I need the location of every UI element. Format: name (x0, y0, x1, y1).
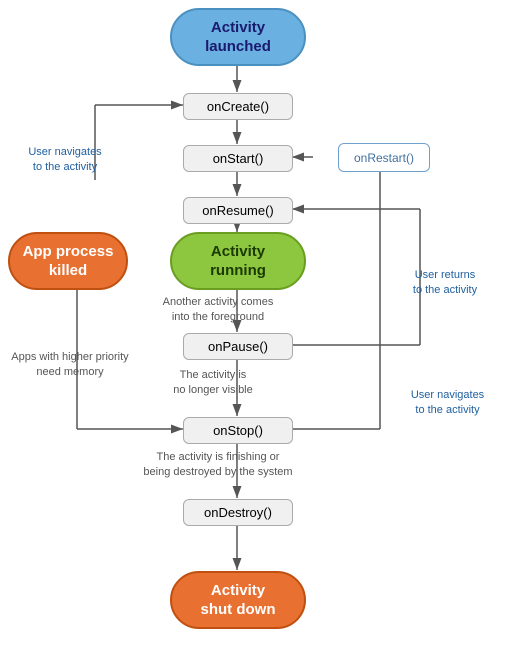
user-returns-label: User returns to the activity (390, 268, 500, 299)
onresume-label: onResume() (202, 203, 274, 218)
oncreate-label: onCreate() (207, 99, 269, 114)
onstop-node: onStop() (183, 417, 293, 444)
ondestroy-node: onDestroy() (183, 499, 293, 526)
onstart-node: onStart() (183, 145, 293, 172)
activity-shutdown-label: Activity shut down (201, 581, 276, 620)
user-navigates-label: User navigates to the activity (10, 145, 120, 176)
onrestart-label: onRestart() (354, 151, 414, 165)
oncreate-node: onCreate() (183, 93, 293, 120)
onrestart-node: onRestart() (338, 143, 430, 172)
onstart-label: onStart() (213, 151, 264, 166)
activity-shutdown-node: Activity shut down (170, 571, 306, 629)
apps-priority-label: Apps with higher priority need memory (5, 350, 135, 381)
activity-launched-node: Activity launched (170, 8, 306, 66)
no-longer-visible-label: The activity is no longer visible (148, 368, 278, 399)
onstop-label: onStop() (213, 423, 263, 438)
onpause-node: onPause() (183, 333, 293, 360)
activity-launched-label: Activity launched (205, 18, 271, 57)
user-navigates-2-label: User navigates to the activity (390, 388, 505, 419)
onresume-node: onResume() (183, 197, 293, 224)
app-killed-label: App process killed (23, 242, 114, 281)
activity-finishing-label: The activity is finishing or being destr… (138, 450, 298, 481)
onpause-label: onPause() (208, 339, 268, 354)
activity-running-label: Activity running (210, 242, 266, 281)
activity-running-node: Activity running (170, 232, 306, 290)
ondestroy-label: onDestroy() (204, 505, 272, 520)
android-lifecycle-diagram: Activity launched onCreate() onStart() o… (0, 0, 513, 663)
app-killed-node: App process killed (8, 232, 128, 290)
another-activity-label: Another activity comes into the foregrou… (148, 295, 288, 326)
